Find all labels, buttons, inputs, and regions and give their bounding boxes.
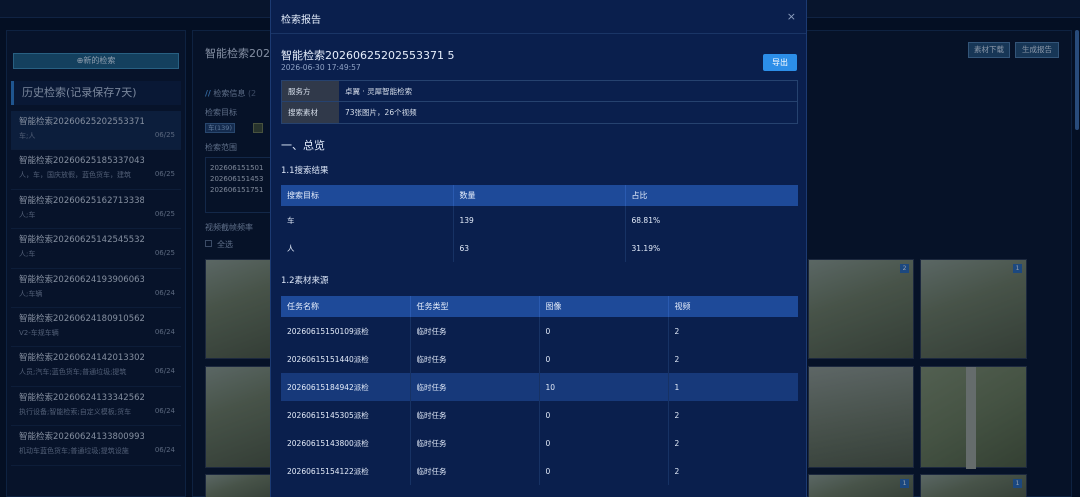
report-name: 智能检索20260625202553371 5 bbox=[281, 49, 455, 62]
table-cell: 20260615143800派检 bbox=[281, 429, 411, 457]
info-row: 服务方 卓翼 · 灵犀智能检索 bbox=[282, 81, 797, 102]
table-cell: 0 bbox=[539, 345, 669, 373]
table-cell: 20260615150109派检 bbox=[281, 317, 411, 345]
table-row-selected[interactable]: 20260615184942派检 临时任务 10 1 bbox=[281, 373, 798, 401]
table-row[interactable]: 20260615154122派检 临时任务 0 2 bbox=[281, 457, 798, 485]
table-cell: 20260615154122派检 bbox=[281, 457, 411, 485]
table-row: 人 63 31.19% bbox=[281, 234, 798, 262]
modal-title: 检索报告 bbox=[281, 15, 321, 26]
table-cell: 0 bbox=[539, 317, 669, 345]
info-key: 搜索素材 bbox=[282, 102, 339, 123]
info-row: 搜索素材 73张图片，26个视频 bbox=[282, 102, 797, 123]
table-cell: 临时任务 bbox=[410, 429, 540, 457]
table-cell: 2 bbox=[674, 410, 680, 420]
table-cell: 2 bbox=[674, 438, 680, 448]
column-header: 任务类型 bbox=[410, 296, 540, 317]
table-row[interactable]: 20260615143800派检 临时任务 0 2 bbox=[281, 429, 798, 457]
table-cell: 20260615145305派检 bbox=[281, 401, 411, 429]
report-modal: 检索报告 × 智能检索20260625202553371 5 2026-06-3… bbox=[270, 0, 807, 497]
column-header: 视频 bbox=[668, 296, 798, 317]
export-button[interactable]: 导出 bbox=[763, 54, 797, 71]
table-cell: 临时任务 bbox=[410, 401, 540, 429]
table-cell: 139 bbox=[453, 206, 626, 234]
table-header-row: 任务名称 任务类型 图像 视频 bbox=[281, 296, 798, 317]
close-icon[interactable]: × bbox=[787, 10, 796, 23]
info-value: 卓翼 · 灵犀智能检索 bbox=[345, 87, 413, 96]
report-time: 2026-06-30 17:49:57 bbox=[281, 63, 361, 72]
table-row[interactable]: 20260615151440派检 临时任务 0 2 bbox=[281, 345, 798, 373]
report-info-table: 服务方 卓翼 · 灵犀智能检索 搜索素材 73张图片，26个视频 bbox=[281, 80, 798, 124]
table-row: 车 139 68.81% bbox=[281, 206, 798, 234]
table-cell: 车 bbox=[281, 206, 454, 234]
table-row[interactable]: 20260615150109派检 临时任务 0 2 bbox=[281, 317, 798, 345]
table-cell: 0 bbox=[539, 429, 669, 457]
table-cell: 2 bbox=[674, 326, 680, 336]
info-value: 73张图片，26个视频 bbox=[345, 108, 417, 117]
table-cell: 2 bbox=[674, 466, 680, 476]
info-key: 服务方 bbox=[282, 81, 339, 101]
table-cell: 20260615151440派检 bbox=[281, 345, 411, 373]
table-cell: 0 bbox=[539, 401, 669, 429]
table-cell: 临时任务 bbox=[410, 317, 540, 345]
table-cell: 68.81% bbox=[631, 215, 661, 225]
table-cell: 1 bbox=[668, 373, 798, 401]
table-cell: 临时任务 bbox=[410, 457, 540, 485]
table-cell: 临时任务 bbox=[410, 373, 540, 401]
table-cell: 临时任务 bbox=[410, 345, 540, 373]
table-cell: 人 bbox=[281, 234, 454, 262]
table-cell: 0 bbox=[539, 457, 669, 485]
table-row[interactable]: 20260615145305派检 临时任务 0 2 bbox=[281, 401, 798, 429]
column-header: 搜索目标 bbox=[281, 185, 454, 206]
column-header: 任务名称 bbox=[281, 296, 411, 317]
search-results-table: 搜索目标 数量 占比 车 139 68.81% 人 63 31.19% bbox=[281, 185, 798, 262]
column-header: 数量 bbox=[453, 185, 626, 206]
material-source-title: 1.2素材来源 bbox=[281, 276, 329, 286]
table-cell: 10 bbox=[539, 373, 669, 401]
section-overview-title: 一、总览 bbox=[281, 139, 325, 152]
search-results-title: 1.1搜索结果 bbox=[281, 166, 329, 176]
material-source-table: 任务名称 任务类型 图像 视频 20260615150109派检 临时任务 0 … bbox=[281, 296, 798, 485]
table-cell: 20260615184942派检 bbox=[281, 373, 411, 401]
table-cell: 2 bbox=[674, 354, 680, 364]
column-header: 图像 bbox=[539, 296, 669, 317]
table-header-row: 搜索目标 数量 占比 bbox=[281, 185, 798, 206]
table-cell: 31.19% bbox=[631, 243, 661, 253]
modal-header: 检索报告 × bbox=[271, 0, 806, 34]
table-cell: 63 bbox=[453, 234, 626, 262]
column-header: 占比 bbox=[625, 185, 798, 206]
